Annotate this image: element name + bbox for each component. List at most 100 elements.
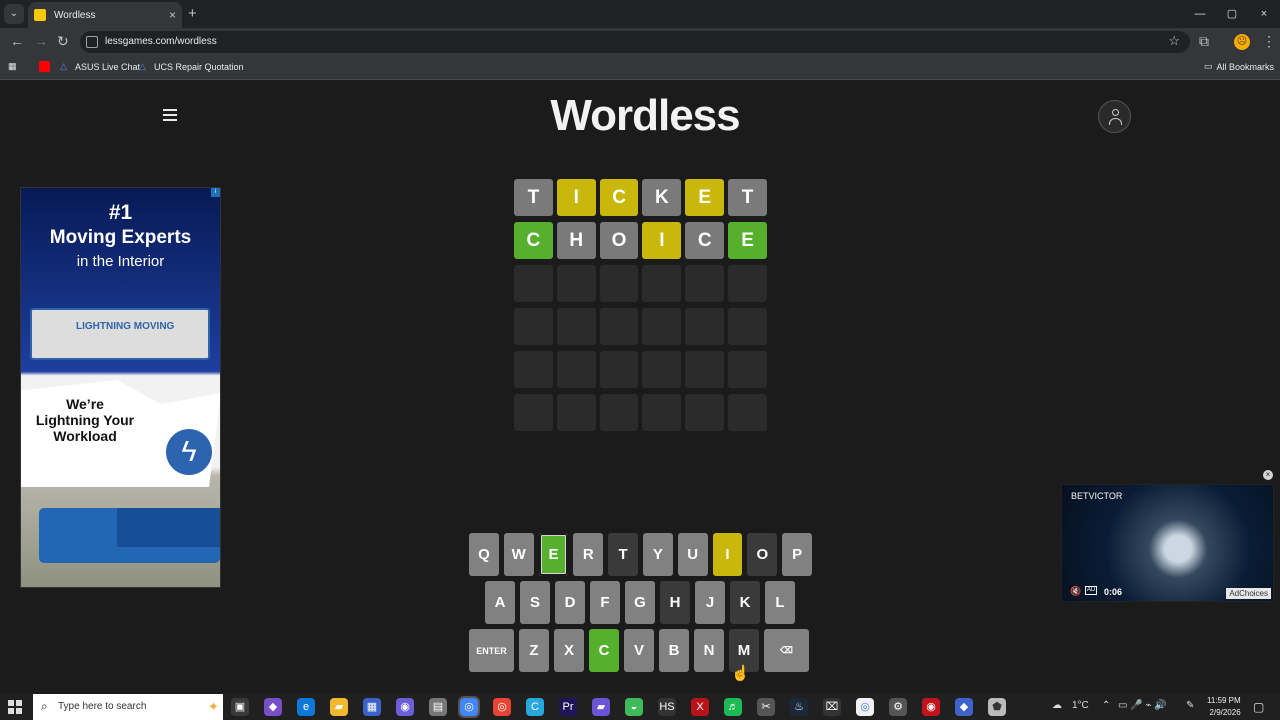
asus-live-chat-bookmark[interactable]: △ ASUS Live Chat (60, 61, 140, 72)
capcut-icon[interactable]: ✂ (757, 698, 775, 716)
key-d[interactable]: D (555, 581, 585, 624)
backspace-key[interactable]: ⌫ (764, 629, 809, 672)
adchoices-link[interactable]: AdChoices (1226, 588, 1271, 599)
windows-start-icon[interactable] (8, 700, 22, 714)
ad-info-icon[interactable]: i (211, 188, 220, 197)
ad-subline: in the Interior (76, 253, 165, 270)
chrome-canary-icon[interactable]: ◎ (856, 698, 874, 716)
key-p[interactable]: P (782, 533, 812, 576)
all-bookmarks-button[interactable]: ▭ All Bookmarks (1204, 61, 1274, 72)
hs-icon[interactable]: HS (658, 698, 676, 716)
app-icon[interactable]: ▤ (429, 698, 447, 716)
file-explorer-icon[interactable]: ▰ (330, 698, 348, 716)
board-tile: I (642, 222, 682, 259)
taskbar-search-box[interactable]: ⌕ Type here to search ✦ (33, 694, 223, 720)
bookmark-star-icon[interactable]: ☆ (1168, 33, 1180, 49)
key-f[interactable]: F (590, 581, 620, 624)
microsoft-store-icon[interactable]: ▦ (363, 698, 381, 716)
key-s[interactable]: S (520, 581, 550, 624)
ad-slogan: We’re Lightning Your Workload (35, 396, 135, 444)
system-tray-icons[interactable]: ▭ 🎤 ⌁ 🔊 (1118, 700, 1167, 711)
user-icon-head (1112, 109, 1119, 116)
key-y[interactable]: Y (642, 533, 673, 576)
shield-icon[interactable]: ⬟ (988, 698, 1006, 716)
key-l[interactable]: L (765, 581, 795, 624)
profile-avatar[interactable]: ☹ (1234, 34, 1250, 50)
video-advertisement[interactable]: BETVICTOR 🔇 AD 0:06 AdChoices (1061, 484, 1274, 602)
steam-icon[interactable]: ♨ (790, 698, 808, 716)
key-z[interactable]: Z (519, 629, 549, 672)
key-b[interactable]: B (659, 629, 689, 672)
key-h[interactable]: H (660, 581, 690, 624)
board-row (514, 308, 767, 345)
task-view-icon[interactable]: ▣ (231, 698, 249, 716)
key-r[interactable]: R (573, 533, 604, 576)
pen-icon[interactable]: ✎ (1186, 700, 1194, 711)
account-button[interactable] (1098, 100, 1131, 133)
taskbar-clock[interactable]: 11:59 PM 2/9/2026 (1207, 695, 1241, 719)
chrome-icon[interactable]: ◎ (458, 696, 480, 718)
video-ad-brand: BETVICTOR (1071, 491, 1123, 501)
chrome-profile-icon[interactable]: ◎ (493, 698, 511, 716)
recording-icon[interactable]: ◉ (922, 698, 940, 716)
key-k[interactable]: K (730, 581, 760, 624)
tab-search-button[interactable]: ⌄ (4, 4, 24, 24)
copilot-icon[interactable]: ◆ (264, 698, 282, 716)
reload-icon[interactable]: ↻ (57, 33, 69, 50)
key-n[interactable]: N (694, 629, 724, 672)
key-v[interactable]: V (624, 629, 654, 672)
key-q[interactable]: Q (469, 533, 499, 576)
blue-app-icon[interactable]: ◆ (955, 698, 973, 716)
key-e[interactable]: E (538, 533, 569, 576)
key-w[interactable]: W (503, 533, 534, 576)
key-u[interactable]: U (677, 533, 708, 576)
board-tile (685, 308, 725, 345)
close-ad-icon[interactable]: × (1263, 470, 1273, 480)
spotify-icon[interactable]: ♬ (724, 698, 742, 716)
site-info-icon[interactable] (86, 36, 98, 48)
key-g[interactable]: G (625, 581, 655, 624)
forward-icon[interactable]: → (34, 33, 48, 49)
close-tab-icon[interactable]: × (169, 8, 176, 22)
key-x[interactable]: X (554, 629, 584, 672)
key-t[interactable]: T (608, 533, 638, 576)
new-tab-button[interactable]: + (188, 5, 197, 22)
board-row (514, 351, 767, 388)
weather-icon[interactable]: ☁ (1052, 700, 1062, 711)
discord-icon[interactable]: ◉ (396, 698, 414, 716)
back-icon[interactable]: ← (10, 33, 24, 49)
browser-tab-strip: ⌄ Wordless × + — ▢ × (0, 0, 1280, 28)
weather-temperature: 1°C (1072, 700, 1089, 711)
key-i[interactable]: I (712, 533, 743, 576)
active-browser-tab[interactable]: Wordless × (28, 2, 182, 28)
notes-icon[interactable]: ▰ (592, 698, 610, 716)
board-tile (514, 394, 553, 431)
browser-menu-icon[interactable]: ⋮ (1262, 33, 1276, 50)
key-a[interactable]: A (485, 581, 515, 624)
extensions-icon[interactable]: ⧉ (1199, 33, 1209, 50)
android-icon[interactable]: ◒ (625, 698, 643, 716)
restore-button[interactable]: ▢ (1216, 0, 1248, 28)
key-c[interactable]: C (589, 629, 619, 672)
key-o[interactable]: O (747, 533, 778, 576)
x-app-icon[interactable]: X (691, 698, 709, 716)
left-advertisement[interactable]: i #1 Moving Experts in the Interior LIGH… (20, 187, 221, 588)
apps-icon[interactable]: ▦ (8, 61, 17, 72)
notification-icon[interactable]: ▢ (1253, 700, 1264, 714)
minimize-button[interactable]: — (1184, 0, 1216, 28)
cortana-icon[interactable]: C (526, 698, 544, 716)
enter-key[interactable]: ENTER (469, 629, 514, 672)
key-j[interactable]: J (695, 581, 725, 624)
youtube-bookmark[interactable] (39, 61, 50, 72)
taskbar-search-placeholder: Type here to search (58, 701, 147, 712)
ucs-repair-bookmark[interactable]: △ UCS Repair Quotation (139, 61, 244, 72)
address-bar[interactable]: lessgames.com/wordless ☆ (80, 31, 1190, 53)
hidden-icons-chevron[interactable]: ⌃ (1102, 700, 1110, 711)
settings-icon[interactable]: ⚙ (889, 698, 907, 716)
edge-icon[interactable]: e (297, 698, 315, 716)
close-window-button[interactable]: × (1248, 0, 1280, 28)
terminal-icon[interactable]: ⌧ (823, 698, 841, 716)
mute-icon[interactable]: 🔇 (1070, 586, 1081, 597)
board-tile (685, 351, 725, 388)
premiere-pro-icon[interactable]: Pr (559, 698, 577, 716)
